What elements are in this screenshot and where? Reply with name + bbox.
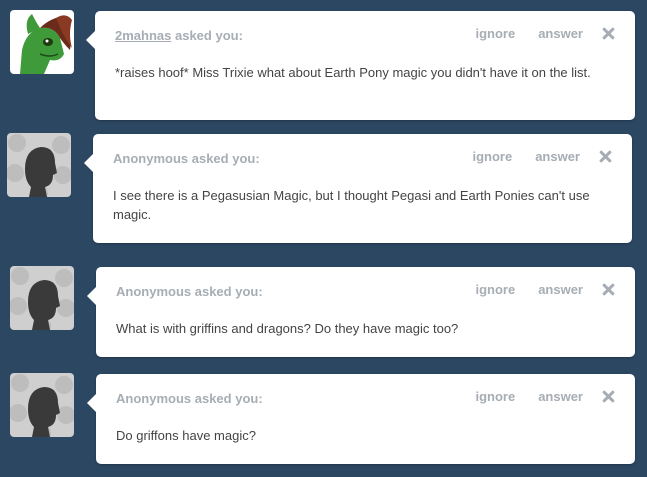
- question-card: Anonymous asked you: ignore answer I see…: [84, 134, 632, 243]
- question-card: 2mahnas asked you: ignore answer *raises…: [86, 11, 635, 120]
- question-text: *raises hoof* Miss Trixie what about Ear…: [115, 65, 591, 80]
- question-card: Anonymous asked you: ignore answer Do gr…: [87, 374, 635, 464]
- question-actions: ignore answer: [452, 26, 615, 41]
- asker-line: Anonymous asked you:: [116, 284, 263, 299]
- asker-line: Anonymous asked you:: [113, 151, 260, 166]
- asker-name: Anonymous: [116, 284, 192, 299]
- asked-you-label: asked you:: [191, 284, 263, 299]
- asker-name: Anonymous: [116, 391, 192, 406]
- delete-icon[interactable]: [602, 390, 615, 403]
- anonymous-silhouette-icon[interactable]: [7, 133, 71, 197]
- anonymous-silhouette-icon[interactable]: [10, 266, 74, 330]
- question-text: Do griffons have magic?: [116, 428, 256, 443]
- delete-icon[interactable]: [602, 283, 615, 296]
- pony-avatar-icon[interactable]: [10, 10, 74, 74]
- question-text: What is with griffins and dragons? Do th…: [116, 321, 459, 336]
- answer-button[interactable]: answer: [535, 149, 580, 164]
- ignore-button[interactable]: ignore: [472, 149, 512, 164]
- asked-you-label: asked you:: [171, 28, 243, 43]
- delete-icon[interactable]: [602, 27, 615, 40]
- answer-button[interactable]: answer: [538, 389, 583, 404]
- answer-button[interactable]: answer: [538, 26, 583, 41]
- question-actions: ignore answer: [452, 389, 615, 404]
- question-actions: ignore answer: [452, 282, 615, 297]
- question-text: I see there is a Pegasusian Magic, but I…: [113, 188, 590, 222]
- asker-line: Anonymous asked you:: [116, 391, 263, 406]
- ignore-button[interactable]: ignore: [475, 282, 515, 297]
- asker-name: Anonymous: [113, 151, 189, 166]
- anonymous-silhouette-icon[interactable]: [10, 373, 74, 437]
- ignore-button[interactable]: ignore: [475, 26, 515, 41]
- asked-you-label: asked you:: [188, 151, 260, 166]
- asker-name-link[interactable]: 2mahnas: [115, 28, 171, 43]
- delete-icon[interactable]: [599, 150, 612, 163]
- asker-line: 2mahnas asked you:: [115, 28, 243, 43]
- question-actions: ignore answer: [449, 149, 612, 164]
- ignore-button[interactable]: ignore: [475, 389, 515, 404]
- answer-button[interactable]: answer: [538, 282, 583, 297]
- question-card: Anonymous asked you: ignore answer What …: [87, 267, 635, 357]
- asked-you-label: asked you:: [191, 391, 263, 406]
